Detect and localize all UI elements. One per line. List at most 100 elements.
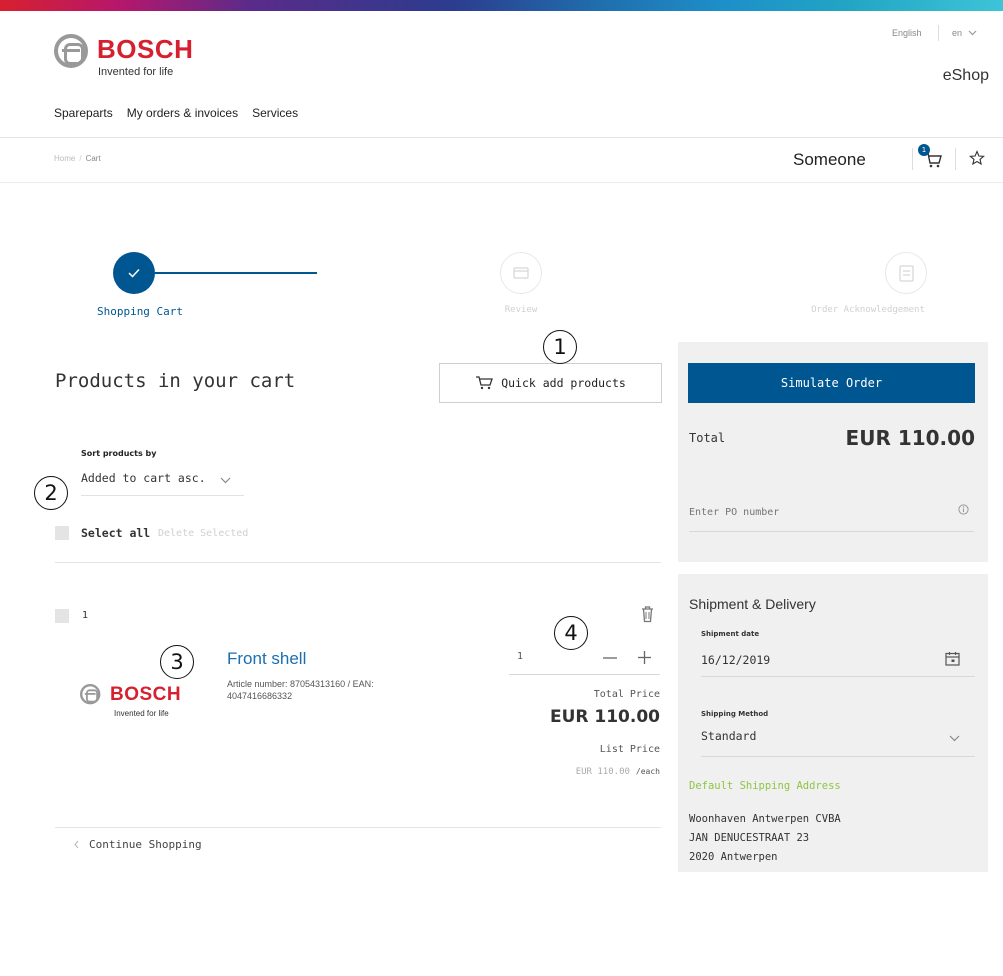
address-line-1: Woonhaven Antwerpen CVBA: [689, 813, 841, 825]
shipment-date-value: 16/12/2019: [701, 653, 771, 667]
sort-value: Added to cart asc.: [81, 471, 206, 485]
list-price-label: List Price: [599, 744, 660, 755]
cart-divider-right: [955, 148, 956, 170]
callout-4: 4: [554, 616, 588, 650]
cart-count: 1: [921, 146, 927, 154]
select-all-label[interactable]: Select all: [81, 526, 150, 540]
shipment-date-field[interactable]: 16/12/2019: [701, 645, 975, 677]
shipment-date-label: Shipment date: [701, 630, 760, 638]
cart-header-divider: [55, 562, 661, 563]
chevron-down-icon: [968, 30, 977, 36]
continue-shopping-link[interactable]: Continue Shopping: [74, 838, 202, 851]
quantity-stepper: [509, 645, 660, 675]
continue-shopping-label: Continue Shopping: [89, 838, 202, 851]
item-index: 1: [82, 610, 89, 621]
top-gradient-bar: [0, 0, 1003, 11]
sort-dropdown[interactable]: Added to cart asc.: [81, 468, 244, 496]
cart-title: Products in your cart: [55, 370, 296, 392]
simulate-order-button[interactable]: Simulate Order: [688, 363, 975, 403]
shipping-method-value: Standard: [701, 729, 757, 743]
shop-name: eShop: [942, 67, 989, 84]
cart-count-badge: 1: [918, 144, 930, 156]
quick-add-cart-icon: [476, 376, 494, 390]
chevron-down-icon: [220, 477, 231, 484]
list-price-value: EUR 110.00: [575, 767, 630, 777]
review-icon: [513, 267, 529, 279]
callout-2: 2: [34, 476, 68, 510]
star-icon[interactable]: [969, 150, 985, 166]
callout-4-number: 4: [564, 621, 578, 645]
step-1-circle: [113, 252, 155, 294]
cart-footer-divider: [55, 827, 661, 828]
chevron-down-icon: [949, 735, 960, 742]
total-price-value: EUR 110.00: [549, 707, 660, 727]
header-divider: [0, 137, 1003, 138]
step-2-circle: [500, 252, 542, 294]
quantity-input[interactable]: [517, 651, 557, 662]
cart-button[interactable]: 1: [918, 144, 946, 170]
language-divider: [938, 25, 939, 41]
nav-services[interactable]: Services: [252, 106, 298, 120]
chevron-left-icon: [74, 840, 79, 849]
total-price-label: Total Price: [593, 689, 660, 700]
brand-name: BOSCH: [97, 34, 194, 64]
main-nav: Spareparts My orders & invoices Services: [54, 106, 298, 120]
minus-icon[interactable]: [603, 657, 617, 659]
breadcrumb-home[interactable]: Home: [54, 154, 75, 163]
select-all-checkbox[interactable]: [55, 526, 69, 540]
quick-add-label: Quick add products: [501, 376, 626, 390]
brand-tagline: Invented for life: [98, 66, 174, 78]
breadcrumb-current: Cart: [85, 154, 101, 163]
po-number-underline: [689, 531, 974, 532]
quick-add-products-button[interactable]: Quick add products: [439, 363, 662, 403]
country-label: en: [952, 28, 963, 38]
product-name-link[interactable]: Front shell: [227, 649, 306, 669]
bosch-logo-icon: [80, 684, 101, 705]
shipping-method-label: Shipping Method: [701, 710, 769, 718]
shipping-method-dropdown[interactable]: Standard: [701, 723, 975, 757]
country-selector[interactable]: en: [952, 28, 977, 38]
cart-divider-left: [912, 148, 913, 170]
subheader-shadow: [0, 182, 1003, 183]
callout-2-number: 2: [44, 481, 58, 505]
check-icon: [128, 268, 140, 278]
callout-3: 3: [160, 645, 194, 679]
step-connector-active: [155, 272, 317, 274]
bosch-logo[interactable]: BOSCH Invented for life: [54, 34, 204, 84]
total-label: Total: [689, 431, 726, 445]
breadcrumb-separator: /: [79, 154, 82, 163]
bosch-logo-icon: [54, 34, 88, 68]
item-checkbox[interactable]: [55, 609, 69, 623]
calendar-icon[interactable]: [945, 651, 960, 666]
product-brand-tagline: Invented for life: [114, 709, 169, 718]
shipment-title: Shipment & Delivery: [689, 596, 816, 612]
callout-1-number: 1: [553, 335, 567, 359]
total-value: EUR 110.00: [845, 426, 975, 450]
step-2-label: Review: [504, 305, 538, 315]
step-1-label: Shopping Cart: [96, 305, 184, 318]
list-price-unit: /each: [635, 767, 660, 776]
language-selector[interactable]: English: [892, 28, 922, 38]
user-name[interactable]: Someone: [793, 150, 866, 170]
address-line-3: 2020 Antwerpen: [689, 851, 778, 863]
po-number-input[interactable]: [689, 500, 939, 524]
callout-3-number: 3: [170, 650, 184, 674]
info-icon[interactable]: [958, 504, 969, 515]
step-3-circle: [885, 252, 927, 294]
acknowledgement-icon: [899, 265, 914, 282]
list-price-row: EUR 110.00 /each: [576, 767, 660, 777]
sort-label: Sort products by: [81, 449, 157, 458]
nav-my-orders-invoices[interactable]: My orders & invoices: [127, 106, 238, 120]
callout-1: 1: [543, 330, 577, 364]
product-article-info: Article number: 87054313160 / EAN: 40474…: [227, 679, 374, 701]
nav-spareparts[interactable]: Spareparts: [54, 106, 113, 120]
plus-icon[interactable]: [638, 651, 651, 664]
address-line-2: JAN DENUCESTRAAT 23: [689, 832, 810, 844]
step-3-label: Order Acknowledgement: [811, 305, 925, 315]
product-image[interactable]: BOSCH Invented for life: [80, 682, 192, 726]
delete-selected-button[interactable]: Delete Selected: [158, 528, 248, 539]
default-address-title: Default Shipping Address: [689, 780, 841, 792]
breadcrumb: Home / Cart: [54, 154, 101, 163]
product-brand-name: BOSCH: [110, 684, 182, 705]
trash-icon[interactable]: [641, 606, 654, 623]
